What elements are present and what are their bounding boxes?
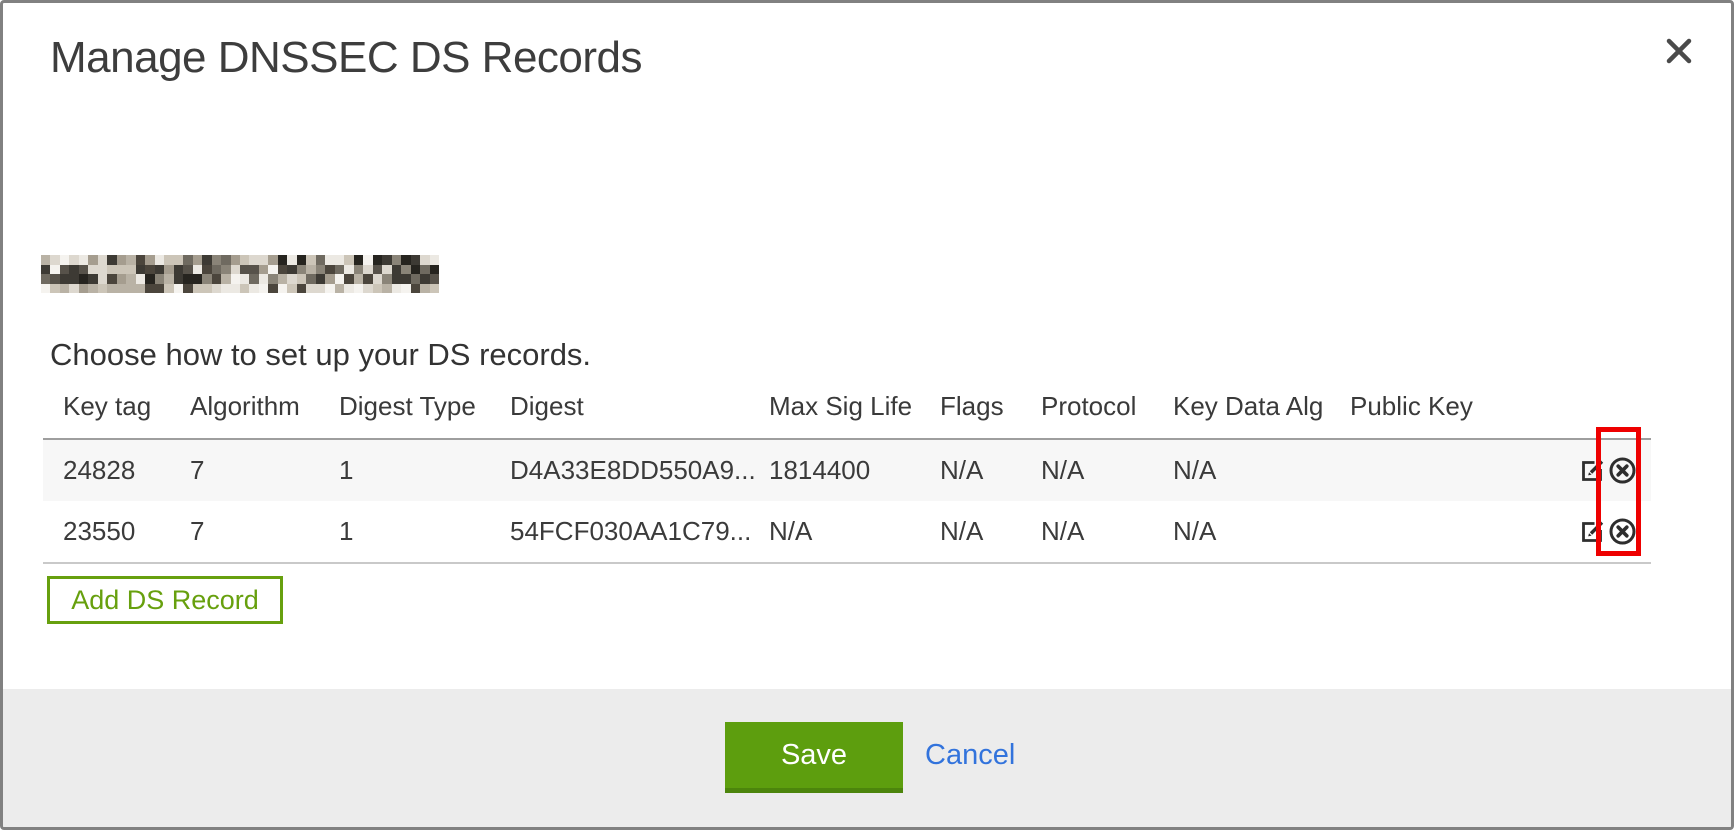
delete-icon (1608, 517, 1637, 546)
cell-digest: D4A33E8DD550A9... (510, 439, 769, 501)
delete-icon (1608, 456, 1637, 485)
table-header-row: Key tag Algorithm Digest Type Digest Max… (43, 375, 1651, 439)
col-header-digest: Digest (510, 375, 769, 439)
col-header-public-key: Public Key (1350, 375, 1500, 439)
cell-key-data-alg: N/A (1173, 501, 1350, 563)
page-title: Manage DNSSEC DS Records (50, 33, 642, 83)
cell-public-key (1350, 439, 1500, 501)
table-row: 24828 7 1 D4A33E8DD550A9... 1814400 N/A … (43, 439, 1651, 501)
col-header-algorithm: Algorithm (190, 375, 339, 439)
cell-digest-type: 1 (339, 501, 510, 563)
cell-protocol: N/A (1041, 501, 1173, 563)
manage-dnssec-modal: Manage DNSSEC DS Records Choose how to s… (0, 0, 1734, 830)
delete-record-button[interactable] (1608, 517, 1637, 546)
col-header-flags: Flags (940, 375, 1041, 439)
col-header-digest-type: Digest Type (339, 375, 510, 439)
cell-public-key (1350, 501, 1500, 563)
cell-key-tag: 23550 (43, 501, 190, 563)
domain-redacted (41, 255, 439, 293)
cell-actions (1500, 501, 1651, 563)
col-header-actions (1500, 375, 1651, 439)
cell-actions (1500, 439, 1651, 501)
ds-records-table: Key tag Algorithm Digest Type Digest Max… (43, 375, 1651, 564)
col-header-protocol: Protocol (1041, 375, 1173, 439)
close-icon (1664, 36, 1694, 66)
modal-footer: Save Cancel (3, 689, 1731, 827)
cell-max-sig-life: 1814400 (769, 439, 940, 501)
cell-key-tag: 24828 (43, 439, 190, 501)
edit-record-button[interactable] (1579, 457, 1606, 484)
cell-protocol: N/A (1041, 439, 1173, 501)
col-header-max-sig-life: Max Sig Life (769, 375, 940, 439)
add-ds-record-button[interactable]: Add DS Record (47, 576, 283, 624)
cell-digest-type: 1 (339, 439, 510, 501)
instruction-text: Choose how to set up your DS records. (50, 337, 591, 373)
cancel-link[interactable]: Cancel (925, 739, 1015, 772)
delete-record-button[interactable] (1608, 456, 1637, 485)
edit-record-button[interactable] (1579, 518, 1606, 545)
cell-max-sig-life: N/A (769, 501, 940, 563)
table-row: 23550 7 1 54FCF030AA1C79... N/A N/A N/A … (43, 501, 1651, 563)
edit-icon (1579, 457, 1606, 484)
cell-algorithm: 7 (190, 439, 339, 501)
cell-flags: N/A (940, 501, 1041, 563)
save-button[interactable]: Save (725, 722, 903, 793)
cell-flags: N/A (940, 439, 1041, 501)
cell-digest: 54FCF030AA1C79... (510, 501, 769, 563)
col-header-key-data-alg: Key Data Alg (1173, 375, 1350, 439)
close-button[interactable] (1659, 31, 1699, 71)
edit-icon (1579, 518, 1606, 545)
cell-algorithm: 7 (190, 501, 339, 563)
cell-key-data-alg: N/A (1173, 439, 1350, 501)
col-header-key-tag: Key tag (43, 375, 190, 439)
